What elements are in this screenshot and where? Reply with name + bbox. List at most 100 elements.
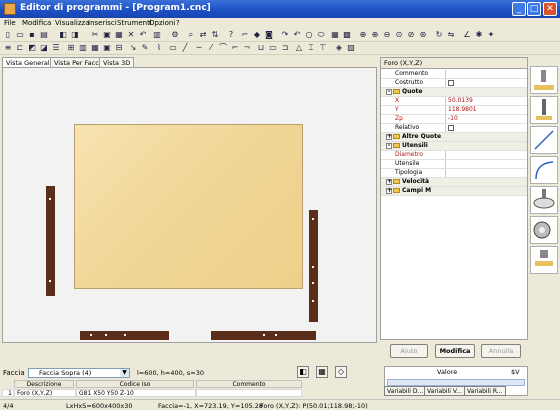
bracket-icon[interactable]: ⊐ <box>280 43 290 53</box>
print-icon[interactable]: ▤ <box>39 30 49 40</box>
drill-icon[interactable]: ⊞ <box>66 43 76 53</box>
cut-icon[interactable]: ✂ <box>90 30 100 40</box>
color-icon[interactable]: ◈ <box>334 43 344 53</box>
triangle-icon[interactable]: △ <box>294 43 304 53</box>
find-icon[interactable]: ⌕ <box>186 30 196 40</box>
prop-utensile[interactable]: Utensile <box>381 160 527 169</box>
groove-icon[interactable]: ⊟ <box>114 43 124 53</box>
polyline-icon[interactable]: ⌒ <box>218 43 228 53</box>
arc-ccw-icon[interactable]: ↶ <box>292 30 302 40</box>
prop-tipologia[interactable]: Tipologia <box>381 169 527 178</box>
eraser-icon[interactable]: ◇ <box>335 366 347 378</box>
replace-icon[interactable]: ⇄ <box>198 30 208 40</box>
menu-modifica[interactable]: Modifica <box>22 19 51 27</box>
layer-icon[interactable]: ◩ <box>27 43 37 53</box>
drill-grid-icon[interactable]: ▦ <box>90 43 100 53</box>
box-icon[interactable]: ▭ <box>268 43 278 53</box>
tool-saw-icon[interactable] <box>530 216 558 244</box>
chevron-down-icon[interactable]: ▼ <box>120 369 129 377</box>
prop-category-campi-m[interactable]: + Campi M <box>381 187 527 196</box>
prop-category-velocita[interactable]: + Velocità <box>381 178 527 187</box>
menu-opzioni[interactable]: Opzioni <box>149 19 175 27</box>
drill-row-icon[interactable]: ▥ <box>78 43 88 53</box>
prop-diametro[interactable]: Diametro <box>381 151 527 160</box>
table-icon[interactable]: ▦ <box>330 30 340 40</box>
relativo-checkbox[interactable] <box>448 125 454 131</box>
grid-icon[interactable]: ▥ <box>152 30 162 40</box>
cancel-button[interactable]: Annulla <box>481 344 521 358</box>
zoom-all-icon[interactable]: ⊕ <box>358 30 368 40</box>
tool-drill-vertical-icon[interactable] <box>530 66 558 94</box>
rotate-icon[interactable]: ↻ <box>434 30 444 40</box>
face-icon[interactable]: ◧ <box>58 30 68 40</box>
t-shape-icon[interactable]: ⊤ <box>318 43 328 53</box>
menu-strumenti[interactable]: Strumenti <box>117 19 152 27</box>
profile-icon[interactable]: ⌇ <box>154 43 164 53</box>
segment-icon[interactable]: ╱ <box>180 43 190 53</box>
tool-line-icon[interactable] <box>530 126 558 154</box>
prop-relativo[interactable]: Relativo <box>381 124 527 133</box>
tab-variabili-r[interactable]: Variabili R... <box>464 386 506 396</box>
help-button[interactable]: Aiuto <box>390 344 428 358</box>
pen-icon[interactable]: ✎ <box>140 43 150 53</box>
tool-router-icon[interactable] <box>530 246 558 274</box>
i-beam-icon[interactable]: ⌶ <box>306 43 316 53</box>
table-row[interactable]: 1 Foro (X,Y,Z) G81 X50 Y50 Z-10 <box>2 389 302 397</box>
paste-icon[interactable]: ▦ <box>114 30 124 40</box>
u-shape-icon[interactable]: ⊔ <box>256 43 266 53</box>
slash-icon[interactable]: ⁄ <box>206 43 216 53</box>
prop-category-quote[interactable]: - Quote <box>381 88 527 97</box>
costrutto-checkbox[interactable] <box>448 80 454 86</box>
prop-costrutto[interactable]: Costrutto <box>381 79 527 88</box>
shape-icon[interactable]: ◆ <box>252 30 262 40</box>
cylinder-icon[interactable]: ◙ <box>264 30 274 40</box>
menu-file[interactable]: File <box>4 19 16 27</box>
sort-icon[interactable]: ⇅ <box>210 30 220 40</box>
prop-commento[interactable]: Commento <box>381 70 527 79</box>
tool-icon[interactable]: ✱ <box>474 30 484 40</box>
minimize-button[interactable]: _ <box>512 2 526 16</box>
prop-category-utensili[interactable]: - Utensili <box>381 142 527 151</box>
circle-icon[interactable]: ○ <box>304 30 314 40</box>
snap-icon[interactable]: ⊏ <box>15 43 25 53</box>
open-file-icon[interactable]: ▭ <box>15 30 25 40</box>
face-grid-icon[interactable]: ▦ <box>316 366 328 378</box>
menu-help[interactable]: ? <box>176 19 180 27</box>
machine-icon[interactable]: ✦ <box>486 30 496 40</box>
tool-hole-icon[interactable] <box>530 186 558 214</box>
prop-category-altre-quote[interactable]: + Altre Quote <box>381 133 527 142</box>
prop-x[interactable]: X 50.0139 <box>381 97 527 106</box>
drawing-canvas[interactable] <box>2 67 377 343</box>
grid-view-icon[interactable]: ▩ <box>342 30 352 40</box>
col-descrizione[interactable]: Descrizione <box>14 380 74 388</box>
layer2-icon[interactable]: ◪ <box>39 43 49 53</box>
zoom-window-icon[interactable]: ⊙ <box>394 30 404 40</box>
tool-drill-depth-icon[interactable] <box>530 96 558 124</box>
prop-y[interactable]: Y 118.9801 <box>381 106 527 115</box>
mirror-icon[interactable]: ⇋ <box>446 30 456 40</box>
zoom-prev-icon[interactable]: ⊘ <box>406 30 416 40</box>
piece-icon[interactable]: ◨ <box>70 30 80 40</box>
ellipse-icon[interactable]: ⬭ <box>316 30 326 40</box>
zoom-in-icon[interactable]: ⊕ <box>370 30 380 40</box>
new-file-icon[interactable]: ▯ <box>3 30 13 40</box>
tab-variabili-v[interactable]: Variabili V... <box>424 386 465 396</box>
measure-icon[interactable]: ∠ <box>462 30 472 40</box>
undo-icon[interactable]: ↶ <box>138 30 148 40</box>
zoom-out-icon[interactable]: ⊖ <box>382 30 392 40</box>
bend2-icon[interactable]: ¬ <box>242 43 252 53</box>
workpiece-panel[interactable] <box>74 124 303 289</box>
rect-icon[interactable]: ▭ <box>168 43 178 53</box>
arc-icon[interactable]: ↷ <box>280 30 290 40</box>
close-button[interactable]: ✕ <box>543 2 557 16</box>
hline-icon[interactable]: ─ <box>194 43 204 53</box>
cut-line-icon[interactable]: ↘ <box>128 43 138 53</box>
menu-inserisci[interactable]: Inserisci <box>88 19 117 27</box>
menu-visualizza[interactable]: Visualizza <box>55 19 89 27</box>
prop-zp[interactable]: Zp -10 <box>381 115 527 124</box>
col-commento[interactable]: Commento <box>196 380 302 388</box>
align-icon[interactable]: ≡ <box>3 43 13 53</box>
bend-icon[interactable]: ⌐ <box>230 43 240 53</box>
modify-button[interactable]: Modifica <box>435 344 475 358</box>
delete-icon[interactable]: ✕ <box>126 30 136 40</box>
